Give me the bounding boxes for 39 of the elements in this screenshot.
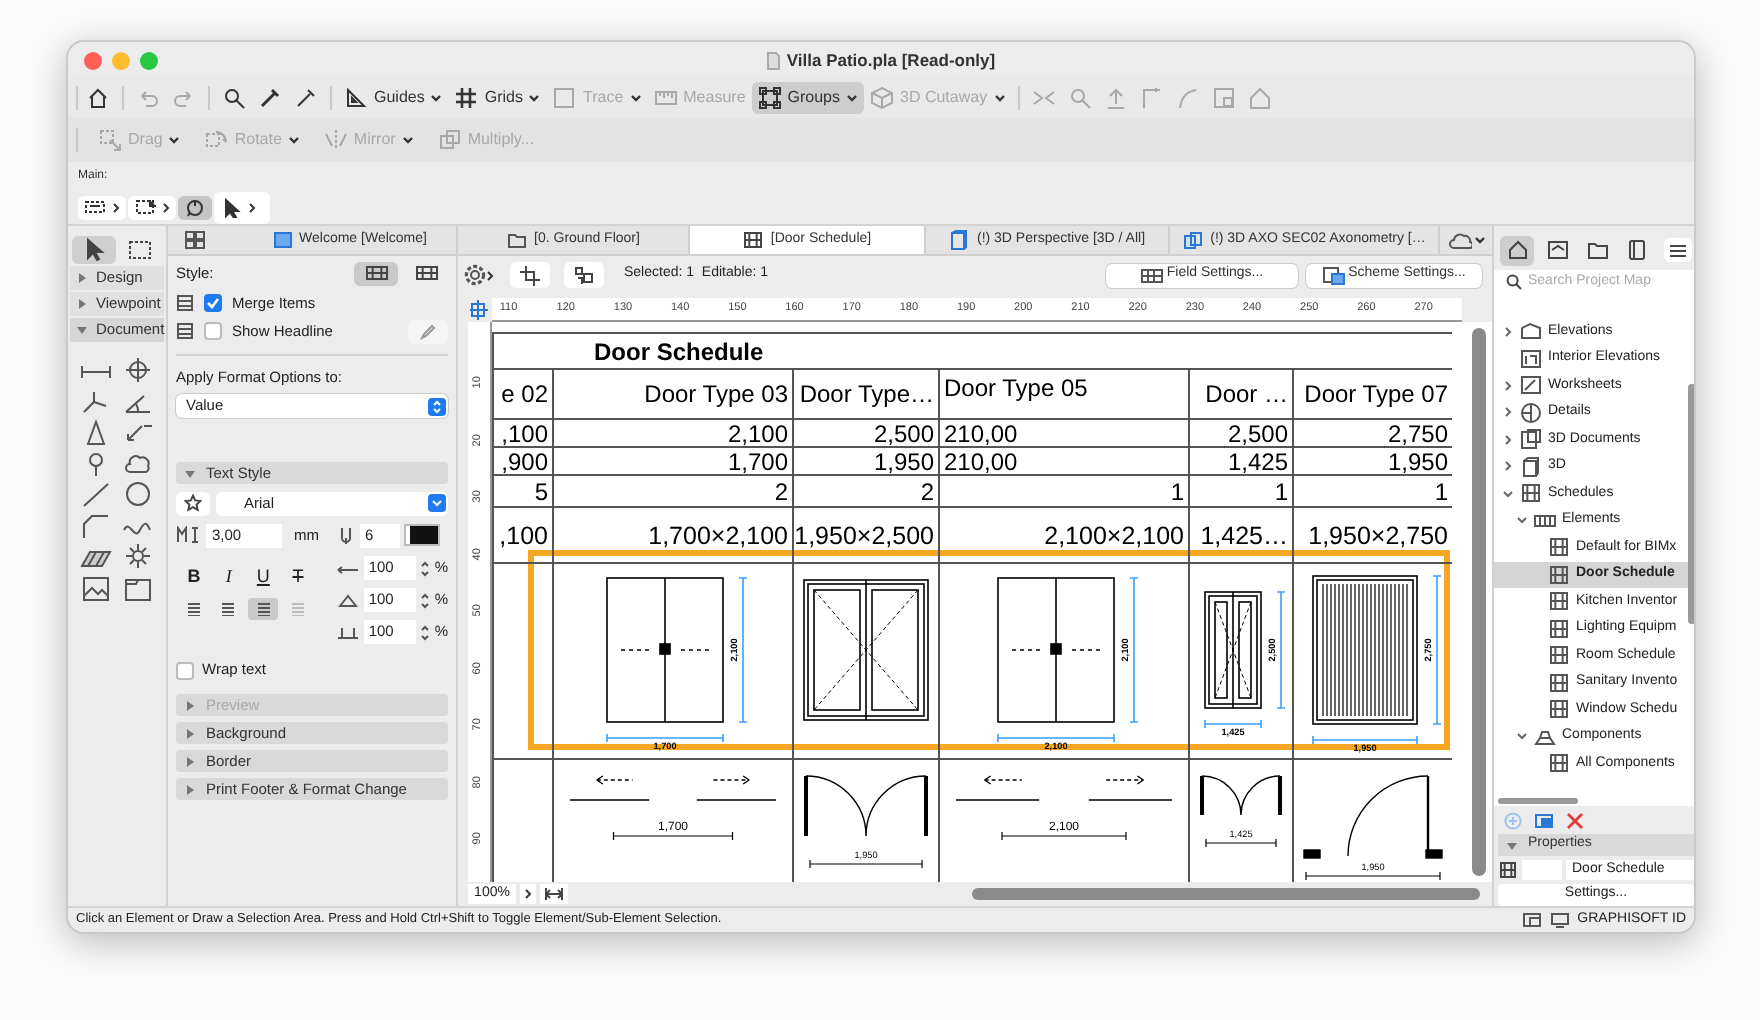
table-cell: 210,00 (940, 420, 1190, 448)
text-style-button[interactable]: U (249, 564, 278, 588)
dropdown-button[interactable]: Guides (338, 82, 449, 114)
dropdown-button[interactable]: Grids (448, 82, 547, 114)
table-cell: 1,950 (794, 448, 940, 476)
table-cell: 1 (1190, 476, 1294, 508)
table-cell: 2,500 (794, 420, 940, 448)
column-header: Door Type 03 (554, 370, 794, 420)
text-style-button[interactable]: B (180, 564, 208, 588)
window-title: Villa Patio.pla [Read-only] (786, 47, 996, 73)
table-cell: 1,700 (554, 448, 794, 476)
table-cell: 1,425… (1190, 508, 1294, 564)
table-title: Door Schedule (494, 334, 1452, 370)
table-cell: 1,700×2,100 (554, 508, 794, 564)
dropdown-button[interactable]: Groups (751, 82, 864, 114)
table-cell: ,100 (494, 508, 554, 564)
table-cell: 2 (794, 476, 940, 508)
column-header: Door Type 05 (940, 370, 1190, 420)
table-cell: 5 (494, 476, 554, 508)
table-cell: 2,100×2,100 (940, 508, 1190, 564)
text-style-button[interactable]: T (283, 564, 312, 588)
table-cell: ,100 (494, 420, 554, 448)
table-cell: 210,00 (940, 448, 1190, 476)
table-cell: 1,425 (1190, 448, 1294, 476)
table-cell: 1 (940, 476, 1190, 508)
table-cell: 2 (554, 476, 794, 508)
table-cell: ,900 (494, 448, 554, 476)
table-cell: 2,500 (1190, 420, 1294, 448)
table-cell: 2,750 (1294, 420, 1452, 448)
table-cell: 1,950×2,500 (794, 508, 940, 564)
table-cell: 2,100 (554, 420, 794, 448)
column-header: Door … (1190, 370, 1294, 420)
table-cell: 1 (1294, 476, 1452, 508)
table-cell: 1,950 (1294, 448, 1452, 476)
text-style-button[interactable]: I (214, 564, 243, 588)
column-header: Door Type… (794, 370, 940, 420)
table-cell: 1,950×2,750 (1294, 508, 1452, 564)
column-header: e 02 (494, 370, 554, 420)
column-header: Door Type 07 (1294, 370, 1452, 420)
